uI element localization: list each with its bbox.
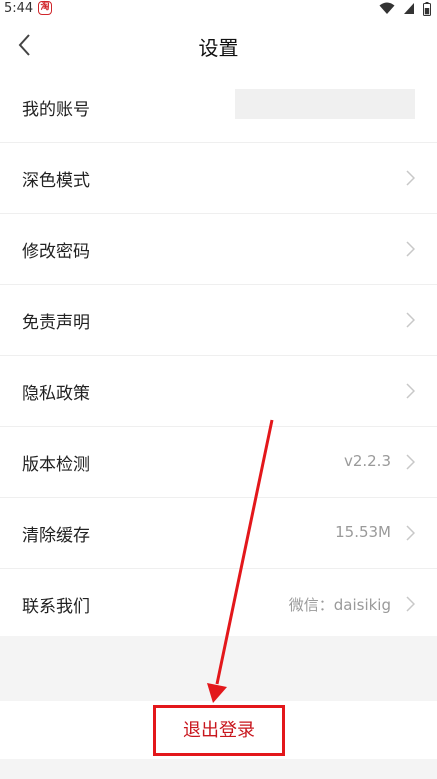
- chevron-right-icon: [406, 525, 415, 541]
- settings-row-disclaimer[interactable]: 免责声明: [0, 285, 437, 356]
- settings-row-change-password[interactable]: 修改密码: [0, 214, 437, 285]
- status-bar: 5:44 淘: [0, 0, 437, 18]
- logout-area: 退出登录: [0, 701, 437, 759]
- settings-row-label: 我的账号: [22, 100, 90, 120]
- chevron-right-icon: [406, 454, 415, 470]
- contact-value: 微信：daisikig: [288, 596, 391, 614]
- page-title: 设置: [198, 36, 239, 60]
- settings-row-contact-us[interactable]: 联系我们 微信：daisikig: [0, 569, 437, 636]
- chevron-right-icon: [406, 596, 415, 612]
- settings-row-label: 联系我们: [22, 597, 90, 617]
- settings-row-dark-mode[interactable]: 深色模式: [0, 143, 437, 214]
- settings-row-clear-cache[interactable]: 清除缓存 15.53M: [0, 498, 437, 569]
- wifi-icon: [379, 2, 395, 14]
- settings-list: 我的账号 深色模式 修改密码 免责声明 隐私政策 版本检测 v2.2.3 清除缓…: [0, 72, 437, 636]
- settings-row-label: 隐私政策: [22, 384, 90, 404]
- settings-row-label: 修改密码: [22, 242, 90, 262]
- cache-size-value: 15.53M: [335, 523, 391, 541]
- settings-row-label: 版本检测: [22, 455, 90, 475]
- settings-row-label: 深色模式: [22, 171, 90, 191]
- account-value-blurred: [235, 89, 415, 119]
- battery-icon: [423, 2, 431, 16]
- settings-row-account[interactable]: 我的账号: [0, 72, 437, 143]
- chevron-right-icon: [406, 241, 415, 257]
- settings-row-version-check[interactable]: 版本检测 v2.2.3: [0, 427, 437, 498]
- header-bar: 设置: [0, 18, 437, 73]
- version-value: v2.2.3: [343, 452, 391, 470]
- chevron-right-icon: [406, 170, 415, 186]
- chevron-right-icon: [406, 383, 415, 399]
- signal-icon: [403, 3, 414, 14]
- settings-row-privacy-policy[interactable]: 隐私政策: [0, 356, 437, 427]
- logout-button[interactable]: 退出登录: [153, 705, 285, 756]
- chevron-right-icon: [406, 312, 415, 328]
- settings-row-label: 免责声明: [22, 313, 90, 333]
- app-notification-icon: 淘: [38, 1, 52, 15]
- settings-row-label: 清除缓存: [22, 526, 90, 546]
- status-time: 5:44: [4, 1, 34, 16]
- status-icons: [375, 2, 431, 16]
